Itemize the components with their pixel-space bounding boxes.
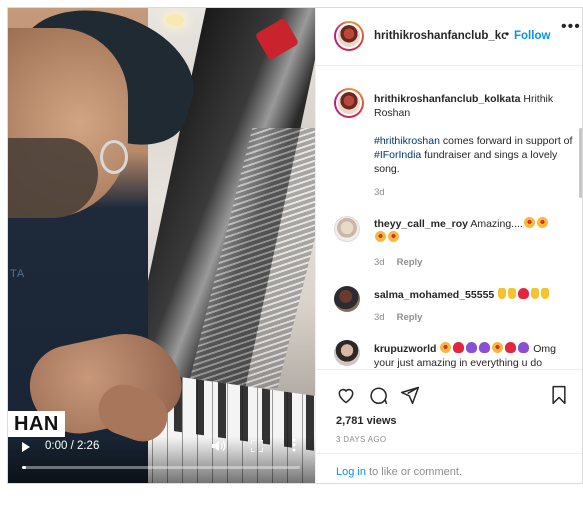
victory-hand-emoji-icon bbox=[531, 288, 540, 299]
heart-emoji-icon bbox=[453, 342, 465, 353]
comment: theyy_call_me_roy Amazing.... bbox=[374, 217, 569, 245]
login-link[interactable]: Log in bbox=[336, 466, 366, 478]
view-count[interactable]: 2,781 views bbox=[336, 415, 397, 427]
comment: salma_mohamed_55555 bbox=[374, 288, 574, 302]
login-prompt: Log in to like or comment. bbox=[316, 453, 582, 483]
more-options-icon[interactable]: ••• bbox=[561, 19, 580, 35]
share-icon[interactable] bbox=[400, 385, 420, 405]
fullscreen-icon[interactable] bbox=[251, 440, 263, 452]
comment-username[interactable]: theyy_call_me_roy bbox=[374, 218, 468, 230]
purple-heart-emoji-icon bbox=[479, 342, 491, 353]
separator-dot: • bbox=[505, 27, 510, 41]
post-panel: hrithikroshanfanclub_kolkata • Follow ••… bbox=[315, 8, 582, 483]
caption: hrithikroshanfanclub_kolkata Hrithik Ros… bbox=[374, 93, 573, 175]
comment-username[interactable]: salma_mohamed_55555 bbox=[374, 289, 494, 301]
hashtag[interactable]: #hrithikroshan bbox=[374, 135, 440, 147]
caption-username[interactable]: hrithikroshanfanclub_kolkata bbox=[374, 93, 520, 105]
follow-button[interactable]: Follow bbox=[514, 30, 550, 42]
video-name-tag: HAN bbox=[8, 411, 65, 437]
reply-button[interactable]: Reply bbox=[397, 257, 423, 268]
avatar[interactable] bbox=[334, 21, 364, 51]
volume-icon[interactable] bbox=[212, 440, 226, 452]
victory-hand-emoji-icon bbox=[508, 288, 517, 299]
comment-username[interactable]: krupuzworld bbox=[374, 343, 436, 355]
victory-hand-emoji-icon bbox=[498, 288, 507, 299]
reply-button[interactable]: Reply bbox=[397, 312, 423, 323]
star-struck-emoji-icon bbox=[388, 231, 399, 242]
caption-age: 3d bbox=[374, 187, 385, 198]
star-struck-emoji-icon bbox=[375, 231, 386, 242]
video-progress-fill bbox=[22, 466, 26, 469]
play-icon[interactable] bbox=[22, 442, 30, 452]
post-header: hrithikroshanfanclub_kolkata • Follow ••… bbox=[316, 8, 582, 66]
star-struck-emoji-icon bbox=[440, 342, 452, 353]
comment-meta: 3d Reply bbox=[374, 257, 423, 268]
video-time: 0:00 / 2:26 bbox=[45, 440, 100, 452]
hashtag[interactable]: #IForIndia bbox=[374, 149, 421, 161]
commenter-avatar[interactable] bbox=[334, 340, 360, 366]
glasses bbox=[100, 140, 128, 174]
star-struck-emoji-icon bbox=[523, 217, 535, 228]
comment-meta: 3d Reply bbox=[374, 312, 423, 323]
star-struck-emoji-icon bbox=[492, 342, 504, 353]
comment: krupuzworld Omg your just amazing in eve… bbox=[374, 342, 557, 369]
purple-heart-emoji-icon bbox=[466, 342, 478, 353]
comments-list[interactable]: hrithikroshanfanclub_kolkata Hrithik Ros… bbox=[316, 66, 582, 369]
star-struck-emoji-icon bbox=[536, 217, 548, 228]
post-actions: 2,781 views 3 DAYS AGO Log in to like or… bbox=[316, 369, 582, 483]
post-modal: TA HAN 0:00 / 2:26 hrithikroshanfanclub_… bbox=[7, 7, 583, 484]
video-more-icon[interactable] bbox=[292, 438, 296, 452]
victory-hand-emoji-icon bbox=[541, 288, 550, 299]
comments-scrollbar[interactable] bbox=[579, 128, 582, 198]
comment-icon[interactable] bbox=[368, 385, 388, 405]
caption-avatar[interactable] bbox=[334, 88, 364, 118]
purple-heart-emoji-icon bbox=[518, 342, 530, 353]
video-progress-bar[interactable] bbox=[22, 466, 300, 469]
heart-icon[interactable] bbox=[336, 385, 356, 405]
commenter-avatar[interactable] bbox=[334, 286, 360, 312]
commenter-avatar[interactable] bbox=[334, 216, 360, 242]
red-heart-emoji-icon bbox=[518, 288, 530, 299]
bookmark-icon[interactable] bbox=[549, 385, 569, 405]
ceiling-lamp bbox=[166, 14, 184, 26]
header-username[interactable]: hrithikroshanfanclub_kolkata bbox=[374, 30, 506, 42]
heart-emoji-icon bbox=[505, 342, 517, 353]
post-date: 3 DAYS AGO bbox=[336, 435, 387, 444]
video-player[interactable]: TA HAN 0:00 / 2:26 bbox=[8, 8, 315, 483]
